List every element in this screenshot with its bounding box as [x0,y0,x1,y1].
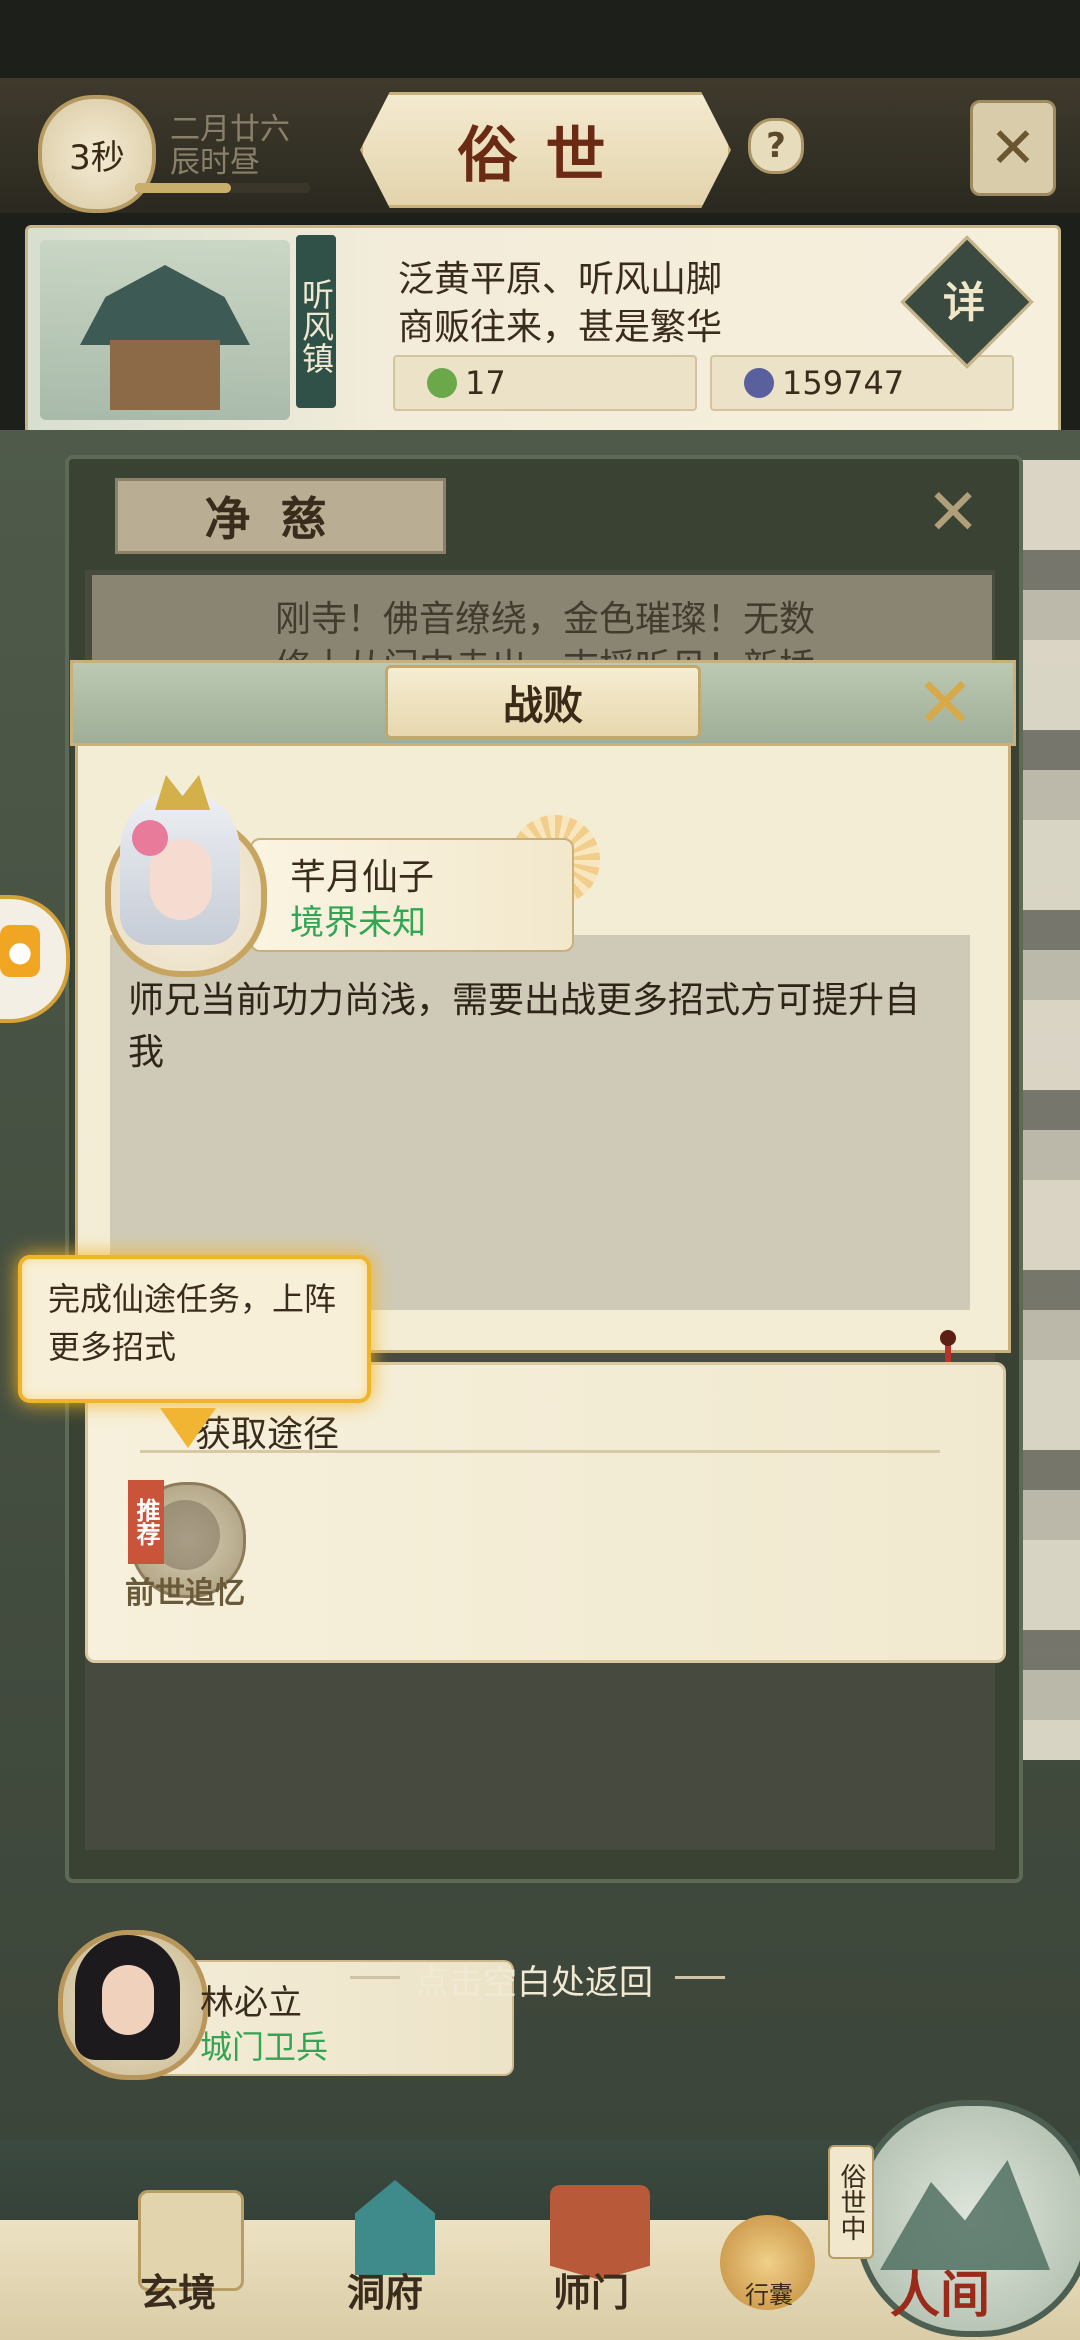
defeat-close-icon[interactable]: ✕ [910,662,980,744]
time-of-day-text: 辰时昼 [170,145,260,180]
event-close-icon[interactable]: ✕ [918,476,988,550]
help-icon[interactable]: ? [748,118,804,174]
pagoda-body-art [110,340,220,410]
guard-role: 城门卫兵 [200,2028,329,2066]
nav-shimen[interactable]: 师门 [553,2262,629,2317]
in-world-tag: 俗世中 [828,2145,874,2259]
scroll-pin-knob [940,1330,956,1346]
recommend-badge: 推荐 [128,1480,164,1564]
hint-deco-left [350,1976,400,1979]
guide-tooltip-text: 完成仙途任务，上阵更多招式 [48,1280,337,1366]
event-dialog-title: 净慈 [115,478,446,554]
gamepad-icon: ● [0,925,40,977]
detail-button-label: 详 [942,277,985,327]
spirit-orb-icon [744,368,774,398]
guard-avatar-face [102,1965,154,2035]
npc-realm: 境界未知 [290,903,426,943]
acquire-item-label: 前世追忆 [125,1576,245,1611]
nav-bag[interactable]: 行囊 [745,2275,793,2310]
close-button[interactable]: ✕ [970,100,1056,196]
acquire-label: 获取途径 [195,1414,340,1455]
time-progress-fill [135,183,232,193]
event-text: 刚寺！佛音缭绕，金色璀璨！无数 [275,599,816,640]
location-name: 听风镇 [296,235,336,408]
nav-renjian[interactable]: 人间 [890,2255,990,2327]
nav-xuanjing[interactable]: 玄境 [140,2262,216,2317]
defeat-dialog-title: 战败 [385,665,701,739]
flower-icon [132,820,168,856]
location-description: 商贩往来，甚是繁华 [398,307,723,348]
resource-orb-value: 159747 [782,364,905,402]
hint-deco-right [675,1976,725,1979]
location-description: 泛黄平原、听风山脚 [398,259,723,300]
resource-leaf-value: 17 [465,364,506,402]
time-progress-bar [135,183,310,193]
npc-name: 芊月仙子 [290,857,435,898]
leaf-icon [427,368,457,398]
return-hint[interactable]: 点击空白处返回 [415,1955,653,2004]
timer-badge: 3秒 [38,95,156,213]
page-title: 俗世 [360,92,731,208]
defeat-message: 师兄当前功力尚浅，需要出战更多招式方可提升自我 [128,980,921,1073]
guard-name: 林必立 [200,1983,302,2023]
resource-leaf: 17 [393,355,697,411]
nav-dongfu[interactable]: 洞府 [347,2262,423,2317]
